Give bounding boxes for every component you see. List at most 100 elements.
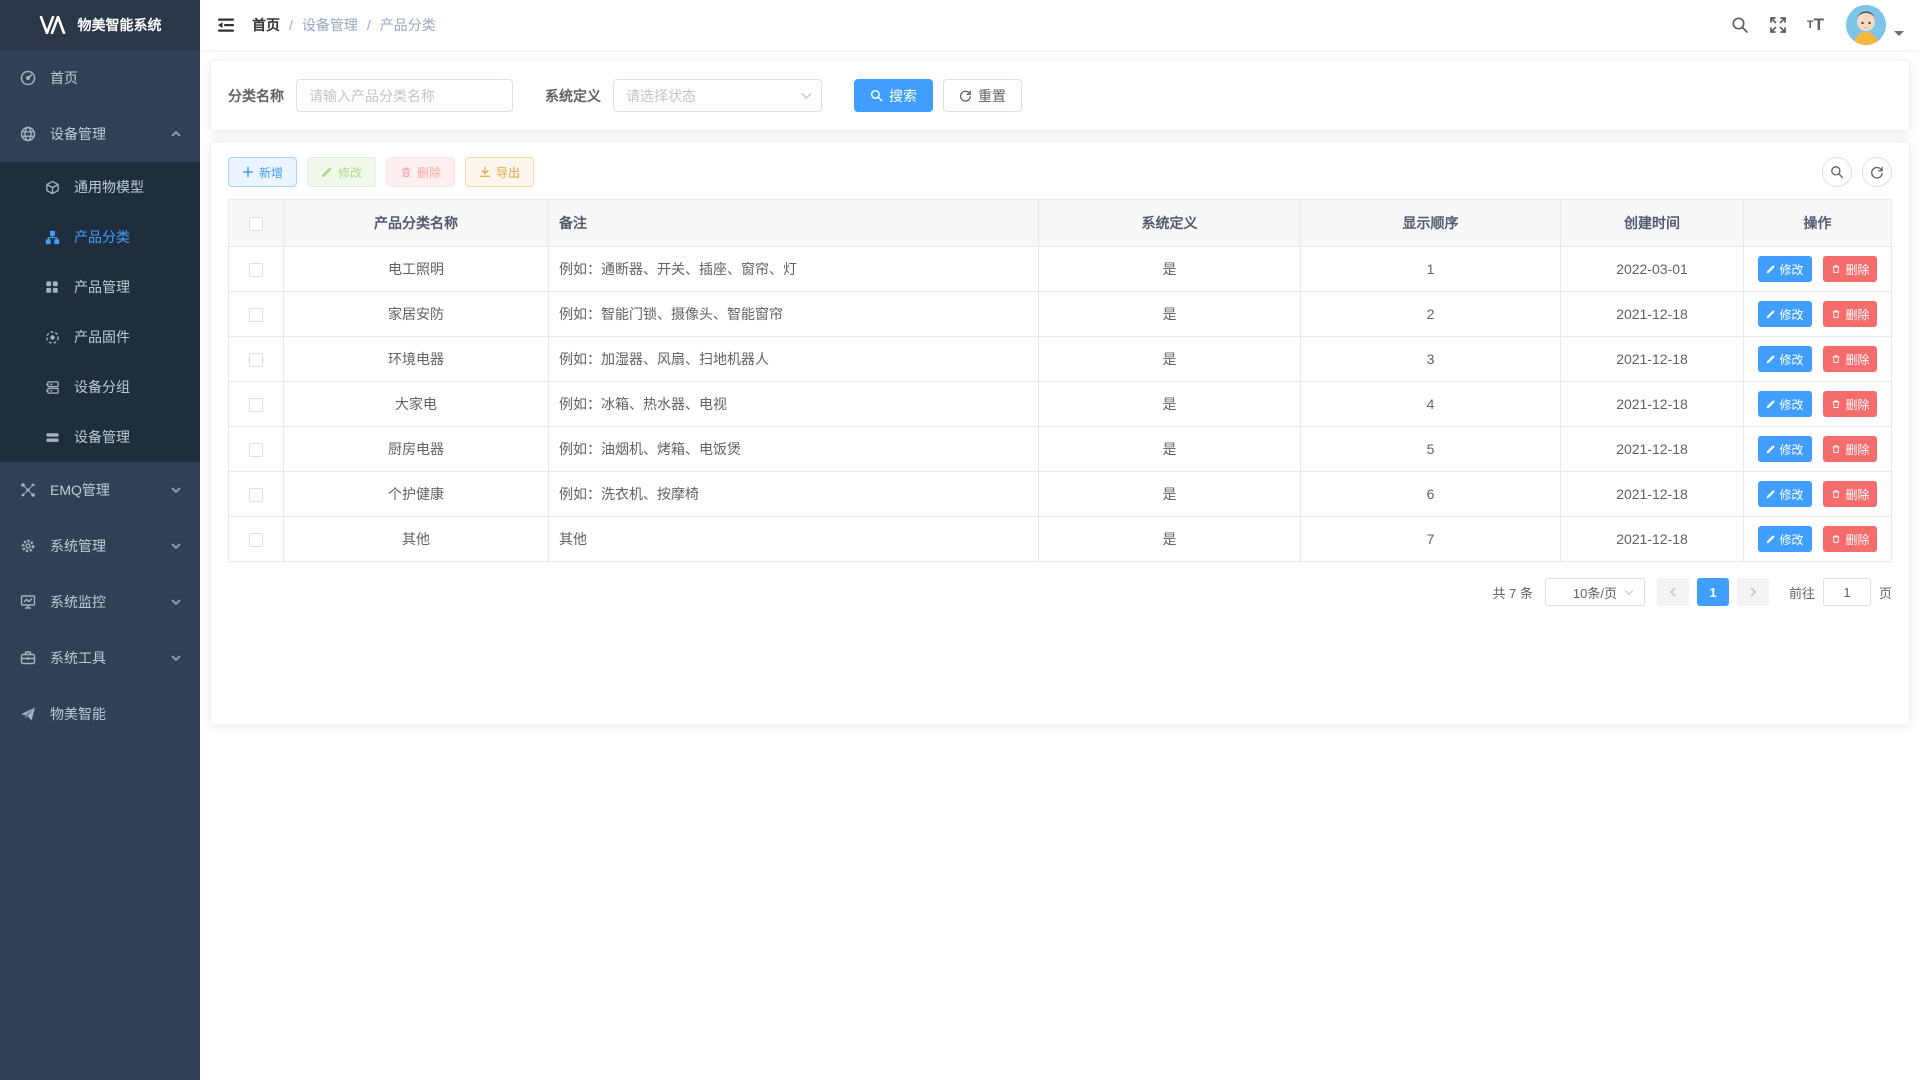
- breadcrumb-device-management: 设备管理: [302, 15, 358, 35]
- sidebar-item-product-firmware[interactable]: 产品固件: [0, 312, 200, 362]
- breadcrumb-home[interactable]: 首页: [252, 15, 280, 35]
- sidebar-item-thing-model[interactable]: 通用物模型: [0, 162, 200, 212]
- system-defined-select-input[interactable]: [613, 79, 822, 112]
- row-edit-label: 修改: [1780, 306, 1804, 323]
- sidebar-collapse-icon[interactable]: [216, 15, 236, 35]
- row-edit-button[interactable]: 修改: [1758, 256, 1812, 282]
- row-edit-button[interactable]: 修改: [1758, 391, 1812, 417]
- toolbar-right: [1822, 157, 1892, 187]
- row-checkbox[interactable]: [249, 443, 263, 457]
- row-checkbox-cell: [229, 247, 284, 292]
- paper-plane-icon: [20, 706, 36, 722]
- cell-display-order: 6: [1301, 472, 1561, 517]
- gear-icon: [20, 538, 36, 554]
- chevron-up-icon: [170, 128, 182, 140]
- row-checkbox[interactable]: [249, 488, 263, 502]
- cell-display-order: 7: [1301, 517, 1561, 562]
- search-panel: 分类名称 系统定义 搜索 重置: [210, 60, 1910, 131]
- table-row: 电工照明 例如：通断器、开关、插座、窗帘、灯 是 1 2022-03-01 修改…: [229, 247, 1892, 292]
- cell-category-name: 个护健康: [284, 472, 549, 517]
- category-name-input[interactable]: [296, 79, 513, 112]
- sidebar-item-product-category[interactable]: 产品分类: [0, 212, 200, 262]
- row-delete-label: 删除: [1845, 486, 1869, 503]
- row-checkbox[interactable]: [249, 353, 263, 367]
- sidebar-item-device-group[interactable]: 设备分组: [0, 362, 200, 412]
- select-all-checkbox[interactable]: [249, 217, 263, 231]
- row-checkbox[interactable]: [249, 533, 263, 547]
- sidebar-item-home[interactable]: 首页: [0, 50, 200, 106]
- breadcrumb: 首页 / 设备管理 / 产品分类: [252, 15, 436, 35]
- row-edit-button[interactable]: 修改: [1758, 436, 1812, 462]
- delete-button[interactable]: 删除: [386, 157, 455, 187]
- refresh-icon[interactable]: [1862, 157, 1892, 187]
- cell-actions: 修改 删除: [1744, 337, 1892, 382]
- table-row: 大家电 例如：冰箱、热水器、电视 是 4 2021-12-18 修改 删除: [229, 382, 1892, 427]
- next-page-button[interactable]: [1737, 578, 1769, 606]
- sidebar-item-system-tools[interactable]: 系统工具: [0, 630, 200, 686]
- export-button[interactable]: 导出: [465, 157, 534, 187]
- avatar[interactable]: [1846, 5, 1886, 45]
- sidebar-item-system-management[interactable]: 系统管理: [0, 518, 200, 574]
- sidebar-item-device-manage[interactable]: 设备管理: [0, 412, 200, 462]
- emq-icon: [20, 482, 36, 498]
- sidebar-item-label: 首页: [50, 68, 78, 88]
- cell-created-time: 2021-12-18: [1561, 337, 1744, 382]
- page-number-1[interactable]: 1: [1697, 578, 1729, 606]
- page-size-select[interactable]: 10条/页: [1545, 578, 1645, 606]
- edit-button-label: 修改: [338, 164, 362, 181]
- sidebar-item-emq[interactable]: EMQ管理: [0, 462, 200, 518]
- row-checkbox-cell: [229, 337, 284, 382]
- device-management-submenu: 通用物模型 产品分类 产品管理: [0, 162, 200, 462]
- sidebar-item-label: 产品固件: [74, 327, 130, 347]
- app-logo[interactable]: 物美智能系统: [0, 0, 200, 50]
- row-delete-button[interactable]: 删除: [1823, 526, 1877, 552]
- row-delete-button[interactable]: 删除: [1823, 481, 1877, 507]
- reset-button[interactable]: 重置: [943, 79, 1022, 112]
- app-title: 物美智能系统: [78, 15, 162, 35]
- sidebar-item-product-management[interactable]: 产品管理: [0, 262, 200, 312]
- row-delete-button[interactable]: 删除: [1823, 436, 1877, 462]
- row-delete-button[interactable]: 删除: [1823, 301, 1877, 327]
- user-menu[interactable]: [1846, 5, 1904, 45]
- cell-system-defined: 是: [1039, 337, 1301, 382]
- row-checkbox[interactable]: [249, 398, 263, 412]
- search-icon[interactable]: [1731, 16, 1749, 34]
- row-edit-button[interactable]: 修改: [1758, 301, 1812, 327]
- prev-page-button[interactable]: [1657, 578, 1689, 606]
- row-delete-button[interactable]: 删除: [1823, 391, 1877, 417]
- cell-display-order: 1: [1301, 247, 1561, 292]
- chevron-down-icon: [170, 540, 182, 552]
- search-button[interactable]: 搜索: [854, 79, 933, 112]
- row-edit-label: 修改: [1780, 441, 1804, 458]
- row-checkbox[interactable]: [249, 263, 263, 277]
- add-button[interactable]: 新增: [228, 157, 297, 187]
- row-edit-button[interactable]: 修改: [1758, 481, 1812, 507]
- cell-category-name: 环境电器: [284, 337, 549, 382]
- add-button-label: 新增: [259, 164, 283, 181]
- system-defined-select[interactable]: [613, 79, 822, 112]
- category-name-label: 分类名称: [228, 86, 284, 106]
- fullscreen-icon[interactable]: [1769, 16, 1787, 34]
- row-edit-label: 修改: [1780, 486, 1804, 503]
- sidebar-item-system-monitor[interactable]: 系统监控: [0, 574, 200, 630]
- font-size-icon[interactable]: TT: [1807, 15, 1824, 35]
- breadcrumb-separator: /: [367, 17, 371, 33]
- row-edit-button[interactable]: 修改: [1758, 346, 1812, 372]
- toggle-search-icon[interactable]: [1822, 157, 1852, 187]
- dashboard-icon: [20, 70, 36, 86]
- firmware-icon: [44, 329, 60, 345]
- sidebar: 物美智能系统 首页 设备管理: [0, 0, 200, 1080]
- sidebar-item-wumei-smart[interactable]: 物美智能: [0, 686, 200, 742]
- row-delete-button[interactable]: 删除: [1823, 346, 1877, 372]
- breadcrumb-current: 产品分类: [380, 15, 436, 35]
- row-delete-button[interactable]: 删除: [1823, 256, 1877, 282]
- edit-button[interactable]: 修改: [307, 157, 376, 187]
- cell-display-order: 2: [1301, 292, 1561, 337]
- sidebar-item-device-management[interactable]: 设备管理: [0, 106, 200, 162]
- row-checkbox[interactable]: [249, 308, 263, 322]
- goto-page-input[interactable]: [1823, 578, 1871, 606]
- row-edit-button[interactable]: 修改: [1758, 526, 1812, 552]
- sidebar-menu: 首页 设备管理 通用物模型: [0, 50, 200, 742]
- toolbox-icon: [20, 650, 36, 666]
- cell-system-defined: 是: [1039, 382, 1301, 427]
